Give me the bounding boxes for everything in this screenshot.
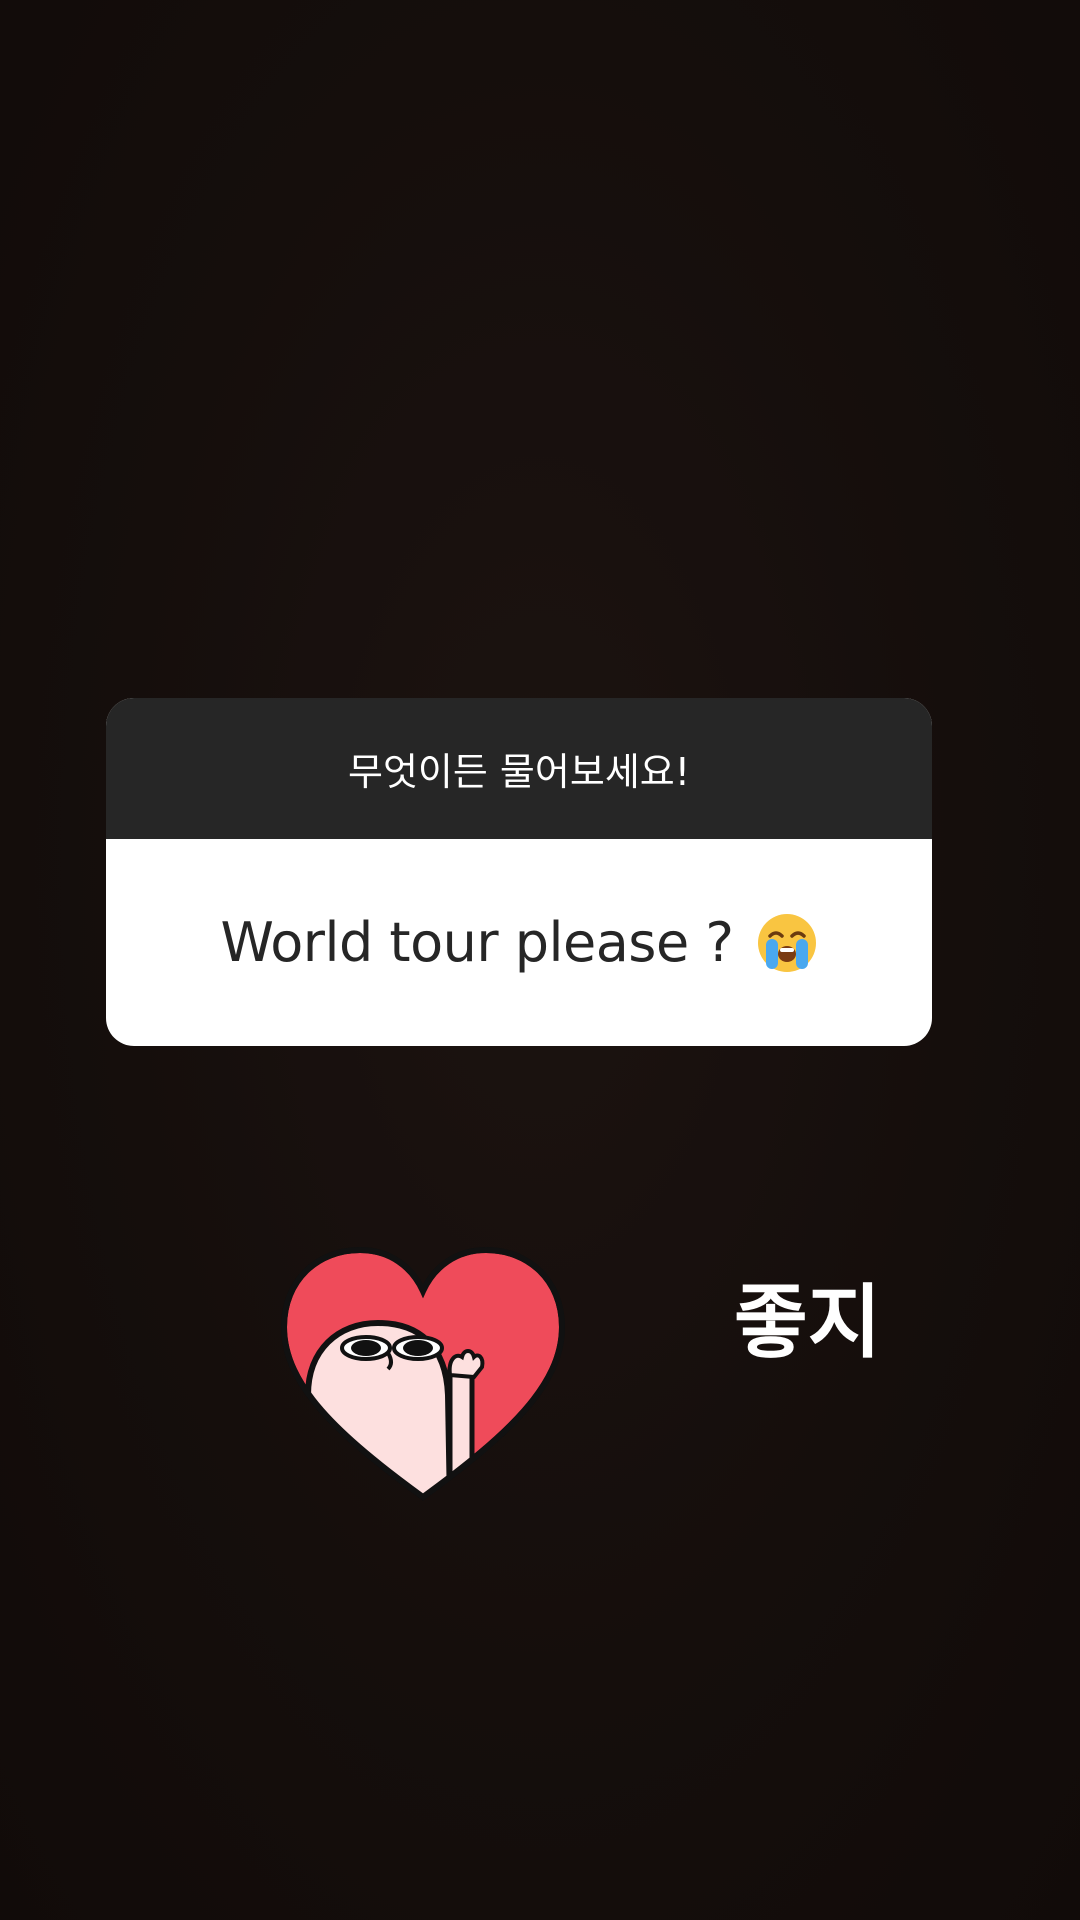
caption-text: 좋지	[734, 1276, 882, 1369]
loudly-crying-face-icon	[756, 912, 818, 974]
question-sticker-body: World tour please ?	[106, 839, 932, 1046]
question-answer: World tour please ?	[220, 911, 735, 974]
question-sticker-header: 무엇이든 물어보세요!	[106, 698, 932, 839]
question-prompt: 무엇이든 물어보세요!	[348, 750, 690, 794]
question-sticker[interactable]: 무엇이든 물어보세요! World tour please ?	[106, 698, 932, 1046]
heart-character-sticker-icon[interactable]	[278, 1245, 568, 1507]
